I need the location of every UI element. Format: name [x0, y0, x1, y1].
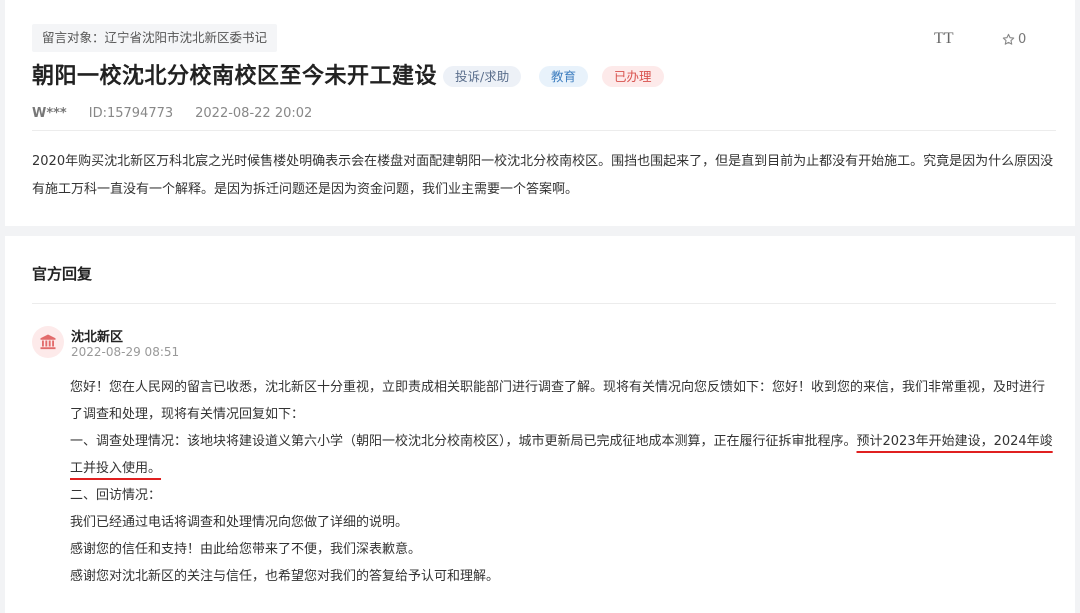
reply-paragraph: 二、回访情况： [70, 488, 162, 503]
favorite-button[interactable]: 0 [1002, 32, 1026, 47]
reply-body: 您好！您在人民网的留言已收悉，沈北新区十分重视，立即责成相关职能部门进行调查了解… [70, 374, 1055, 590]
reply-paragraph: 感谢您对沈北新区的关注与信任，也希望您对我们的答复给予认可和理解。 [70, 569, 500, 584]
page-title: 朝阳一校沈北分校南校区至今未开工建设 [32, 64, 438, 89]
font-size-icon[interactable]: TT [934, 30, 954, 48]
message-target-tag: 留言对象：辽宁省沈阳市沈北新区委书记 [32, 24, 278, 52]
star-icon [1002, 33, 1015, 45]
reply-org-name: 沈北新区 [71, 330, 124, 345]
reply-paragraph: 感谢您的信任和支持！由此给您带来了不便，我们深表歉意。 [70, 542, 422, 557]
message-id: ID:15794773 [88, 106, 174, 121]
font-size-label: TT [934, 30, 954, 47]
user-name: W*** [32, 106, 67, 121]
government-building-icon [32, 326, 64, 358]
reply-time: 2022-08-29 08:51 [71, 345, 180, 359]
reply-paragraph: 您好！您在人民网的留言已收悉，沈北新区十分重视，立即责成相关职能部门进行调查了解… [70, 380, 1046, 422]
message-date: 2022-08-22 20:02 [195, 106, 313, 121]
reply-paragraph: 一、调查处理情况：该地块将建设道义第六小学（朝阳一校沈北分校南校区），城市更新局… [70, 428, 1055, 482]
favorite-count: 0 [1018, 32, 1027, 47]
category-badge: 投诉/求助 [443, 66, 522, 87]
field-badge: 教育 [539, 66, 589, 87]
status-badge: 已办理 [602, 66, 664, 87]
message-content: 2020年购买沈北新区万科北宸之光时候售楼处明确表示会在楼盘对面配建朝阳一校沈北… [32, 154, 1054, 197]
divider [32, 130, 1056, 131]
divider [32, 303, 1056, 304]
reply-paragraph: 我们已经通过电话将调查和处理情况向您做了详细的说明。 [70, 515, 409, 530]
message-meta: W*** ID:15794773 2022-08-22 20:02 [32, 105, 312, 123]
reply-paragraph-text: 一、调查处理情况：该地块将建设道义第六小学（朝阳一校沈北分校南校区），城市更新局… [70, 434, 857, 449]
reply-section-title: 官方回复 [32, 265, 93, 283]
